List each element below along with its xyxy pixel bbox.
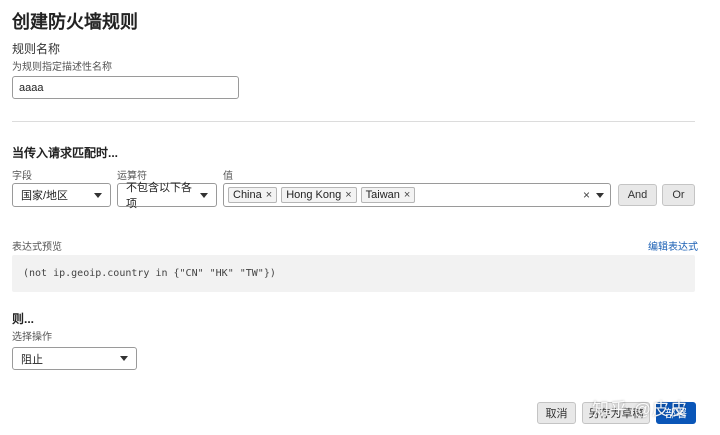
then-section-title: 则...	[12, 312, 35, 326]
value-chip-hong-kong: Hong Kong ×	[281, 187, 357, 203]
field-label: 字段	[12, 171, 32, 182]
chevron-down-icon	[120, 356, 128, 361]
chip-label: China	[233, 189, 262, 201]
rule-name-hint: 为规则指定描述性名称	[12, 62, 112, 73]
remove-chip-icon[interactable]: ×	[345, 189, 351, 201]
cancel-button[interactable]: 取消	[537, 402, 576, 424]
match-section-title: 当传入请求匹配时...	[12, 146, 119, 160]
page-title: 创建防火墙规则	[12, 12, 138, 32]
or-button[interactable]: Or	[662, 184, 695, 206]
operator-select-value: 不包含以下各项	[126, 182, 192, 210]
field-select-value: 国家/地区	[21, 190, 69, 202]
remove-chip-icon[interactable]: ×	[266, 189, 272, 201]
section-divider	[12, 121, 695, 122]
value-chip-china: China ×	[228, 187, 278, 203]
chevron-down-icon[interactable]	[596, 193, 604, 198]
watermark: 知乎 @皮皮	[592, 400, 688, 419]
edit-expression-link[interactable]: 编辑表达式	[648, 238, 698, 253]
rule-name-input[interactable]: aaaa	[12, 76, 239, 99]
remove-chip-icon[interactable]: ×	[404, 189, 410, 201]
chevron-down-icon	[200, 192, 208, 198]
and-button[interactable]: And	[618, 184, 657, 206]
operator-select[interactable]: 不包含以下各项	[117, 182, 217, 210]
action-select[interactable]: 阻止	[12, 347, 137, 370]
value-multiselect[interactable]: China × Hong Kong × Taiwan × ×	[223, 183, 611, 207]
action-label: 选择操作	[12, 332, 52, 343]
rule-name-label: 规则名称	[12, 42, 61, 56]
value-label: 值	[223, 171, 233, 182]
action-select-value: 阻止	[21, 353, 43, 366]
chip-label: Taiwan	[365, 189, 400, 201]
chevron-down-icon	[94, 192, 102, 198]
expression-preview-label: 表达式预览	[12, 242, 62, 253]
chip-label: Hong Kong	[286, 189, 342, 201]
clear-all-icon[interactable]: ×	[583, 188, 590, 202]
field-select[interactable]: 国家/地区	[12, 183, 111, 207]
value-chip-taiwan: Taiwan ×	[360, 187, 416, 203]
expression-preview: (not ip.geoip.country in {"CN" "HK" "TW"…	[12, 255, 695, 292]
